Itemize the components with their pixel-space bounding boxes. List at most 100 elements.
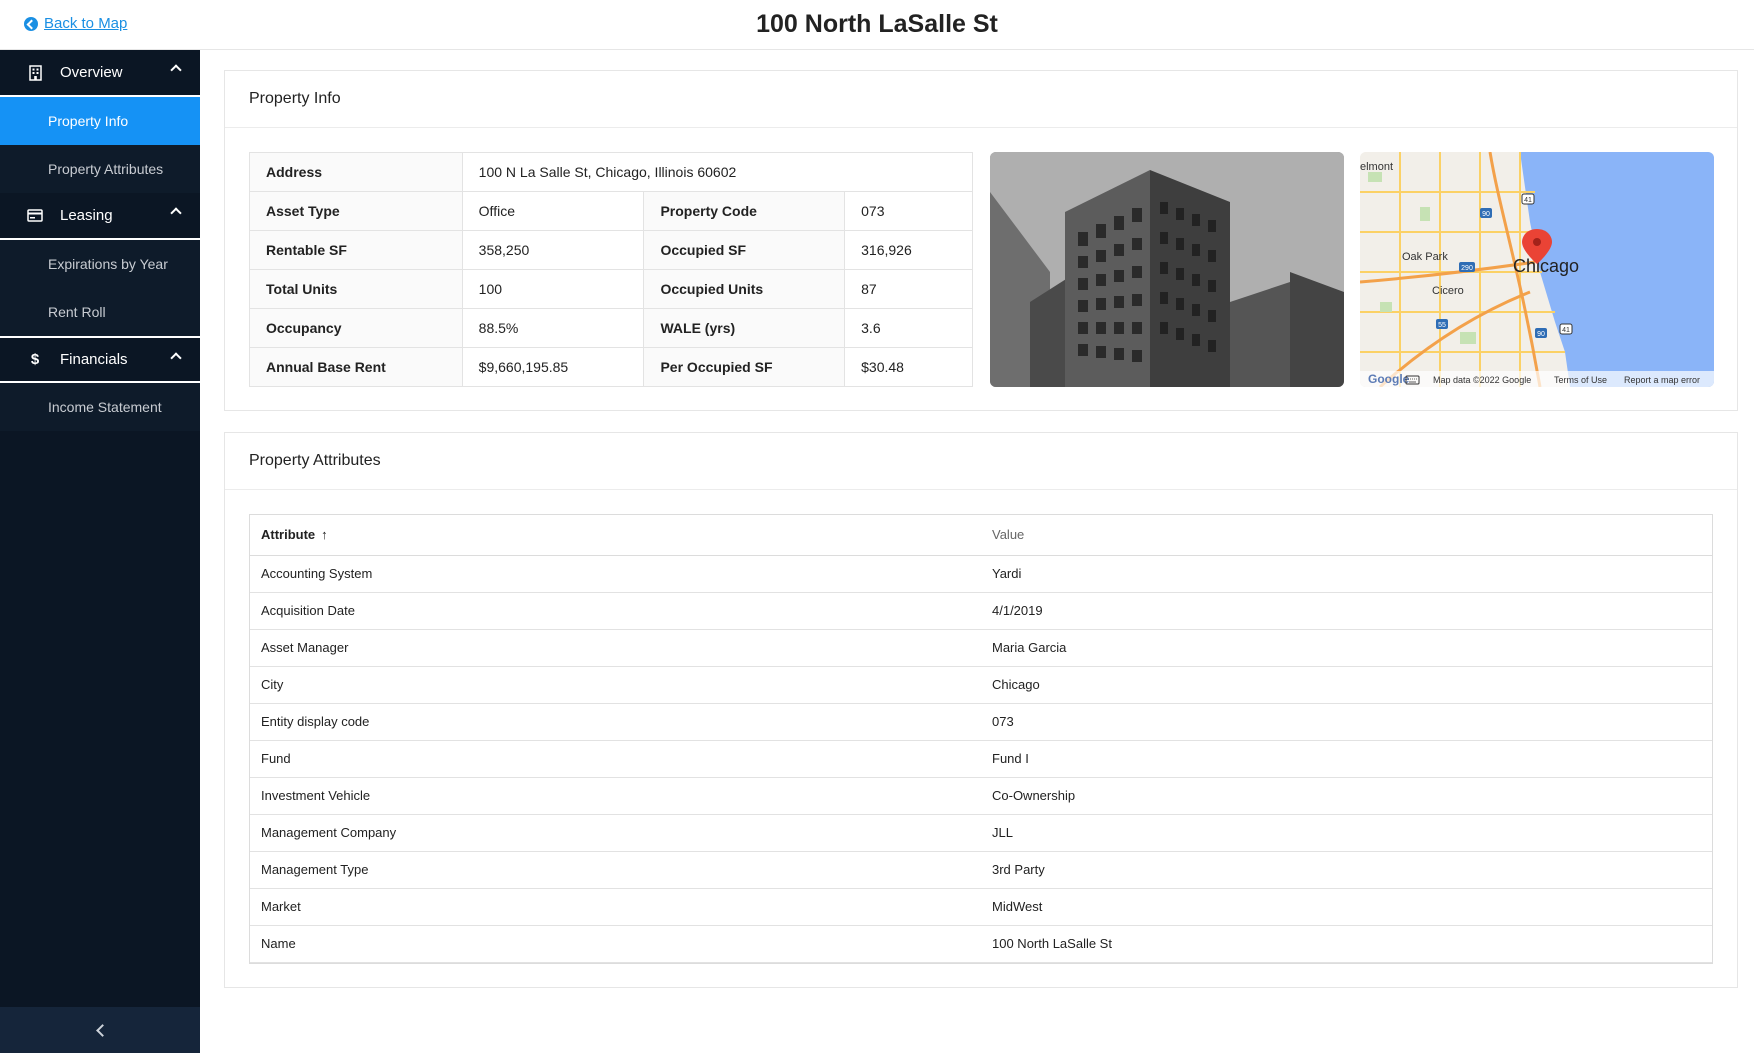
sidebar-item-property-info[interactable]: Property Info xyxy=(0,97,200,145)
attribute-cell: Management Company xyxy=(250,814,981,852)
sidebar: Overview Property Info Property Attribut… xyxy=(0,50,200,1053)
attribute-cell: Asset Manager xyxy=(250,629,981,667)
terms-of-use-link[interactable]: Terms of Use xyxy=(1554,375,1607,385)
sidebar-group-label: Leasing xyxy=(60,207,113,224)
card-title: Property Attributes xyxy=(225,433,1737,490)
sidebar-item-rent-roll[interactable]: Rent Roll xyxy=(0,288,200,336)
chevron-up-icon xyxy=(170,64,182,76)
value-cell: Maria Garcia xyxy=(981,629,1712,667)
value-cell: 3rd Party xyxy=(981,851,1712,889)
table-row: Entity display code 073 xyxy=(250,703,1712,741)
map-shield-label: 90 xyxy=(1482,211,1490,218)
table-row: Asset Type Office Property Code 073 xyxy=(249,191,973,231)
table-header-row: Attribute ↑ Value xyxy=(250,515,1712,556)
property-attributes-card: Property Attributes Attribute ↑ Value Acc… xyxy=(224,432,1738,988)
sidebar-item-income-statement[interactable]: Income Statement xyxy=(0,383,200,431)
chevron-up-icon xyxy=(170,352,182,364)
map-data-attribution: Map data ©2022 Google xyxy=(1433,375,1531,385)
google-logo: Google xyxy=(1368,372,1410,386)
info-label: Per Occupied SF xyxy=(643,347,846,387)
property-info-card: Property Info Address 100 N La Salle St,… xyxy=(224,70,1738,411)
value-cell: 100 North LaSalle St xyxy=(981,925,1712,963)
info-label: Property Code xyxy=(643,191,846,231)
info-label: Total Units xyxy=(249,269,463,309)
table-row: Investment Vehicle Co-Ownership xyxy=(250,777,1712,815)
info-value: 87 xyxy=(844,269,973,309)
info-value: 073 xyxy=(844,191,973,231)
info-value: 3.6 xyxy=(844,308,973,348)
table-row: Accounting System Yardi xyxy=(250,555,1712,593)
value-cell: Co-Ownership xyxy=(981,777,1712,815)
map-shield-label: 41 xyxy=(1562,327,1570,334)
attribute-cell: City xyxy=(250,666,981,704)
sidebar-group-label: Overview xyxy=(60,64,123,81)
map-shield-label: 41 xyxy=(1524,197,1532,204)
table-row: Address 100 N La Salle St, Chicago, Illi… xyxy=(249,152,974,192)
table-row: Management Company JLL xyxy=(250,814,1712,852)
sidebar-group-financials[interactable]: $ Financials xyxy=(0,336,200,383)
map-label-cicero: Cicero xyxy=(1432,285,1464,297)
attribute-cell: Fund xyxy=(250,740,981,778)
value-cell: 4/1/2019 xyxy=(981,592,1712,630)
info-value: 358,250 xyxy=(461,230,645,270)
chevron-up-icon xyxy=(170,207,182,219)
table-row: Annual Base Rent $9,660,195.85 Per Occup… xyxy=(249,347,973,387)
attribute-cell: Market xyxy=(250,888,981,926)
value-column-header[interactable]: Value xyxy=(981,515,1712,556)
attribute-cell: Investment Vehicle xyxy=(250,777,981,815)
table-row: Market MidWest xyxy=(250,888,1712,926)
attribute-cell: Entity display code xyxy=(250,703,981,741)
page-title: 100 North LaSalle St xyxy=(756,10,998,38)
property-info-table: Address 100 N La Salle St, Chicago, Illi… xyxy=(249,152,974,387)
sidebar-group-label: Financials xyxy=(60,351,128,368)
value-cell: Yardi xyxy=(981,555,1712,593)
value-cell: MidWest xyxy=(981,888,1712,926)
column-header-label: Attribute xyxy=(261,527,316,543)
info-value: $9,660,195.85 xyxy=(461,347,645,387)
info-value: 100 xyxy=(461,269,645,309)
building-icon xyxy=(26,64,44,81)
info-label: Occupancy xyxy=(249,308,463,348)
info-value: Office xyxy=(461,191,645,231)
attribute-cell: Acquisition Date xyxy=(250,592,981,630)
map-shield-label: 90 xyxy=(1537,331,1545,338)
value-cell: JLL xyxy=(981,814,1712,852)
info-value: 88.5% xyxy=(461,308,645,348)
attribute-cell: Accounting System xyxy=(250,555,981,593)
attribute-column-header[interactable]: Attribute ↑ xyxy=(250,515,981,556)
table-row: City Chicago xyxy=(250,666,1712,704)
address-value: 100 N La Salle St, Chicago, Illinois 606… xyxy=(461,152,974,192)
info-label: Rentable SF xyxy=(249,230,463,270)
table-row: Management Type 3rd Party xyxy=(250,851,1712,889)
info-label: Annual Base Rent xyxy=(249,347,463,387)
collapse-sidebar-button[interactable] xyxy=(0,1007,200,1053)
table-row: Name 100 North LaSalle St xyxy=(250,925,1712,963)
sidebar-item-expirations-by-year[interactable]: Expirations by Year xyxy=(0,240,200,288)
attributes-table-wrapper: Attribute ↑ Value Accounting System Yardi … xyxy=(249,514,1713,964)
top-header: Back to Map 100 North LaSalle St xyxy=(0,0,1754,50)
dollar-icon: $ xyxy=(30,351,40,368)
property-photo xyxy=(990,152,1344,387)
sidebar-item-property-attributes[interactable]: Property Attributes xyxy=(0,145,200,193)
sidebar-group-leasing[interactable]: Leasing xyxy=(0,193,200,240)
map-shield-label: 55 xyxy=(1438,322,1446,329)
report-map-error-link[interactable]: Report a map error xyxy=(1624,375,1700,385)
chevron-left-icon xyxy=(95,1023,109,1037)
table-row: Acquisition Date 4/1/2019 xyxy=(250,592,1712,630)
table-row: Rentable SF 358,250 Occupied SF 316,926 xyxy=(249,230,973,270)
table-row: Occupancy 88.5% WALE (yrs) 3.6 xyxy=(249,308,973,348)
attribute-cell: Name xyxy=(250,925,981,963)
location-map[interactable]: Chicago Oak Park Cicero elmont 90 41 290… xyxy=(1360,152,1714,387)
map-label-city: Chicago xyxy=(1513,256,1579,276)
map-shield-label: 290 xyxy=(1461,265,1473,272)
attributes-table: Attribute ↑ Value Accounting System Yardi … xyxy=(250,515,1712,963)
info-label: Asset Type xyxy=(249,191,463,231)
info-label: WALE (yrs) xyxy=(643,308,846,348)
value-cell: Chicago xyxy=(981,666,1712,704)
info-label: Occupied SF xyxy=(643,230,846,270)
value-cell: 073 xyxy=(981,703,1712,741)
address-label: Address xyxy=(249,152,463,192)
sidebar-group-overview[interactable]: Overview xyxy=(0,50,200,97)
map-label-belmont: elmont xyxy=(1360,161,1393,173)
card-icon xyxy=(26,209,44,222)
